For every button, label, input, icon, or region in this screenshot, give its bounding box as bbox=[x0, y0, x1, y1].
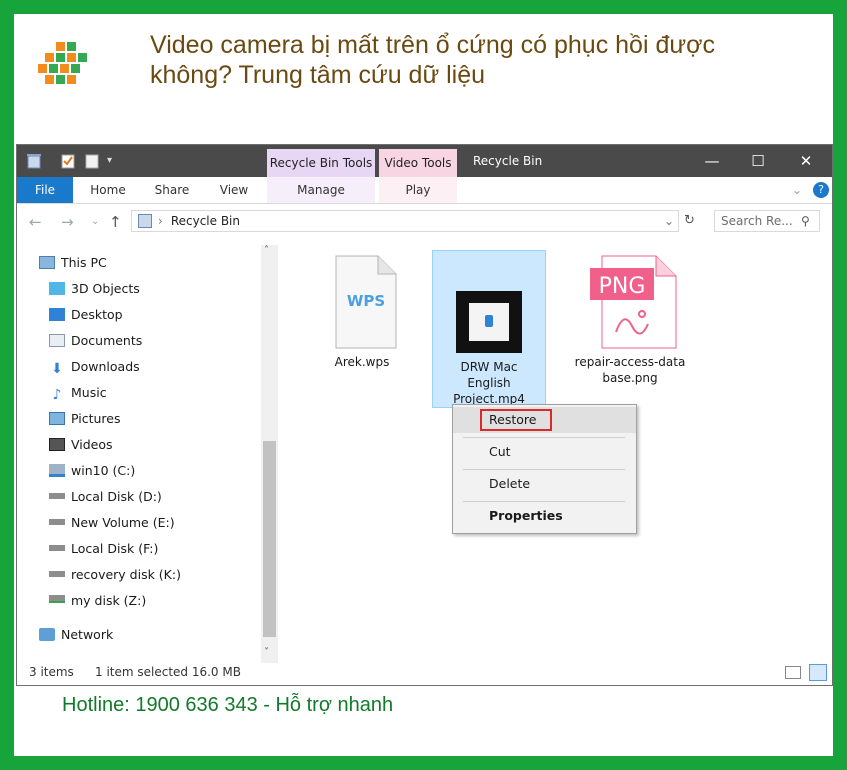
wps-file-icon: WPS bbox=[335, 255, 397, 349]
3d-objects-icon bbox=[49, 282, 65, 295]
menu-item-cut[interactable]: Cut bbox=[453, 439, 636, 465]
back-arrow-icon[interactable]: ← bbox=[29, 213, 42, 231]
nav-item-my-disk-z[interactable]: my disk (Z:) bbox=[49, 590, 146, 612]
pc-icon bbox=[39, 256, 55, 269]
ribbon-expand-icon[interactable]: ⌄ bbox=[787, 177, 807, 203]
network-drive-icon bbox=[49, 595, 65, 603]
menu-separator bbox=[463, 501, 625, 502]
help-icon[interactable]: ? bbox=[813, 182, 829, 198]
window-title: Recycle Bin bbox=[473, 154, 543, 168]
nav-item-win10-c[interactable]: win10 (C:) bbox=[49, 460, 135, 482]
recycle-bin-icon bbox=[27, 153, 41, 169]
context-menu: Restore Cut Delete Properties bbox=[452, 404, 637, 534]
nav-item-local-disk-d[interactable]: Local Disk (D:) bbox=[49, 486, 162, 508]
svg-text:PNG: PNG bbox=[599, 274, 646, 299]
menu-item-delete[interactable]: Delete bbox=[453, 471, 636, 497]
nav-item-new-volume-e[interactable]: New Volume (E:) bbox=[49, 512, 175, 534]
windows-drive-icon bbox=[49, 464, 65, 477]
desktop-icon bbox=[49, 308, 65, 321]
ribbon-tabs: File Home Share View Manage Play ⌄ ? bbox=[17, 177, 832, 204]
nav-item-desktop[interactable]: Desktop bbox=[49, 304, 123, 326]
forward-arrow-icon[interactable]: → bbox=[61, 213, 74, 231]
drive-icon bbox=[49, 571, 65, 577]
refresh-icon[interactable]: ↻ bbox=[684, 213, 695, 228]
selection-info: 1 item selected 16.0 MB bbox=[95, 665, 241, 679]
documents-icon bbox=[49, 334, 65, 347]
file-item-drw-mp4[interactable]: DRW Mac English Project.mp4 bbox=[432, 250, 546, 408]
breadcrumb-chevron-icon: › bbox=[158, 214, 163, 228]
tab-view[interactable]: View bbox=[209, 177, 259, 203]
nav-item-this-pc[interactable]: This PC bbox=[39, 252, 107, 274]
breadcrumb-recycle-bin[interactable]: Recycle Bin bbox=[171, 214, 240, 228]
recent-locations-icon[interactable]: ⌄ bbox=[91, 216, 99, 227]
details-view-icon[interactable] bbox=[785, 666, 801, 679]
recycle-bin-icon bbox=[138, 214, 152, 228]
maximize-button[interactable]: ☐ bbox=[735, 145, 781, 177]
large-icons-view-icon[interactable] bbox=[809, 664, 827, 681]
minimize-button[interactable]: — bbox=[689, 145, 735, 177]
explorer-window: ▾ Recycle Bin Tools Video Tools Recycle … bbox=[16, 144, 833, 686]
nav-item-local-disk-f[interactable]: Local Disk (F:) bbox=[49, 538, 158, 560]
navigation-pane: This PC 3D Objects Desktop Documents ⬇ Do… bbox=[17, 240, 279, 660]
nav-item-videos[interactable]: Videos bbox=[49, 434, 113, 456]
file-item-repair-png[interactable]: PNG repair-access-database.png bbox=[573, 254, 687, 386]
tab-home[interactable]: Home bbox=[83, 177, 133, 203]
article-title: Video camera bị mất trên ổ cứng có phục … bbox=[150, 31, 715, 89]
restore-highlight-box bbox=[480, 409, 552, 431]
address-row: ← → ⌄ ↑ › Recycle Bin ⌄ ↻ Search Re... ⚲ bbox=[17, 204, 832, 240]
drive-icon bbox=[49, 519, 65, 525]
tab-video-tools[interactable]: Video Tools bbox=[379, 149, 457, 177]
drive-icon bbox=[49, 493, 65, 499]
file-name: repair-access-database.png bbox=[574, 355, 686, 385]
nav-item-recovery-disk-k[interactable]: recovery disk (K:) bbox=[49, 564, 181, 586]
file-name: DRW Mac English Project.mp4 bbox=[453, 360, 525, 406]
videos-icon bbox=[49, 438, 65, 451]
up-arrow-icon[interactable]: ↑ bbox=[109, 213, 122, 231]
file-item-arek-wps[interactable]: WPS Arek.wps bbox=[305, 254, 419, 370]
nav-item-downloads[interactable]: ⬇ Downloads bbox=[49, 356, 140, 378]
video-thumbnail-icon bbox=[456, 291, 522, 353]
network-icon bbox=[39, 628, 55, 641]
status-bar: 3 items 1 item selected 16.0 MB bbox=[17, 660, 832, 685]
scroll-down-icon[interactable]: ˅ bbox=[264, 647, 269, 658]
item-count: 3 items bbox=[29, 665, 74, 679]
close-button[interactable]: ✕ bbox=[783, 145, 829, 177]
title-bar: ▾ Recycle Bin Tools Video Tools Recycle … bbox=[17, 145, 832, 177]
qat-customize-icon[interactable]: ▾ bbox=[107, 153, 121, 169]
menu-separator bbox=[463, 437, 625, 438]
svg-text:WPS: WPS bbox=[347, 292, 385, 310]
properties-icon[interactable] bbox=[61, 153, 75, 169]
png-file-icon: PNG bbox=[590, 255, 677, 349]
search-icon: ⚲ bbox=[801, 214, 810, 228]
music-icon: ♪ bbox=[52, 387, 62, 403]
address-dropdown-icon[interactable]: ⌄ bbox=[664, 211, 674, 231]
scroll-up-icon[interactable]: ˄ bbox=[264, 245, 269, 256]
file-name: Arek.wps bbox=[334, 355, 390, 369]
nav-item-music[interactable]: ♪ Music bbox=[49, 382, 107, 404]
tab-play[interactable]: Play bbox=[379, 177, 457, 203]
menu-item-properties[interactable]: Properties bbox=[453, 503, 636, 529]
brand-logo bbox=[38, 42, 98, 94]
downloads-icon: ⬇ bbox=[51, 361, 63, 377]
address-bar[interactable]: › Recycle Bin ⌄ bbox=[131, 210, 679, 232]
tab-manage[interactable]: Manage bbox=[267, 177, 375, 203]
nav-scrollbar[interactable]: ˄ ˅ bbox=[261, 245, 278, 663]
tab-file[interactable]: File bbox=[17, 177, 73, 203]
tab-share[interactable]: Share bbox=[147, 177, 197, 203]
drive-icon bbox=[49, 545, 65, 551]
new-folder-icon[interactable] bbox=[85, 153, 99, 169]
nav-item-network[interactable]: Network bbox=[39, 624, 113, 646]
pictures-icon bbox=[49, 412, 65, 425]
tab-recycle-bin-tools[interactable]: Recycle Bin Tools bbox=[267, 149, 375, 177]
menu-separator bbox=[463, 469, 625, 470]
nav-item-3d-objects[interactable]: 3D Objects bbox=[49, 278, 140, 300]
hotline-text: Hotline: 1900 636 343 - Hỗ trợ nhanh bbox=[62, 694, 394, 716]
nav-item-documents[interactable]: Documents bbox=[49, 330, 142, 352]
scrollbar-thumb[interactable] bbox=[263, 441, 276, 637]
nav-item-pictures[interactable]: Pictures bbox=[49, 408, 121, 430]
